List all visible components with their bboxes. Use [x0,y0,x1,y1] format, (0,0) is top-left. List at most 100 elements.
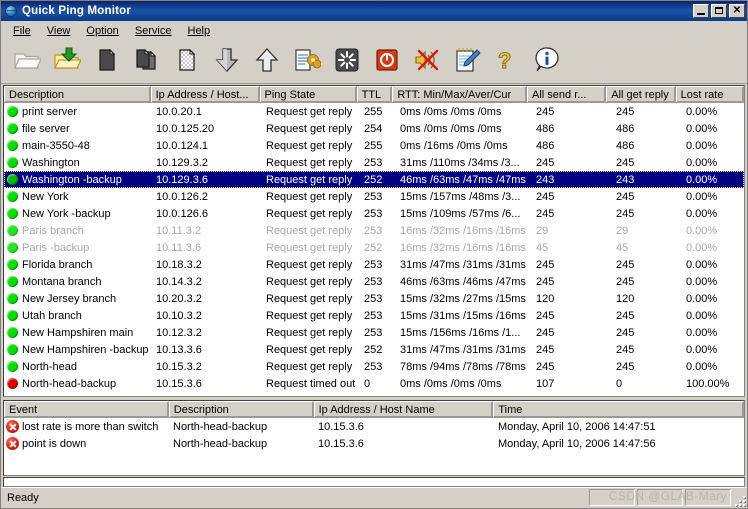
cell-reply: 245 [612,157,682,169]
event-text: point is down [22,438,86,450]
table-row[interactable]: North-head-backup10.15.3.6Request timed … [4,375,744,392]
column-header-all-get-reply[interactable]: All get reply [606,86,675,102]
status-panes [589,489,731,506]
table-row[interactable]: file server10.0.125.20Request get reply2… [4,120,744,137]
cell-reply: 29 [612,225,682,237]
error-icon [6,420,19,433]
column-header-description[interactable]: Description [4,86,151,102]
mute-sound-icon [413,47,441,76]
menu-help[interactable]: Help [180,23,219,39]
status-up-icon [7,259,18,270]
column-header-all-send[interactable]: All send r... [527,86,606,102]
hosts-list[interactable]: Description Ip Address / Host... Ping St… [3,85,745,397]
status-up-icon [7,225,18,236]
cell-rtt: 15ms /109ms /57ms /6... [396,208,532,220]
cell-state: Request get reply [262,174,360,186]
move-down-button[interactable] [209,44,245,80]
cell-state: Request get reply [262,293,360,305]
status-up-icon [7,293,18,304]
cell-description: Paris -backup [4,242,152,254]
import-folder-button[interactable] [49,44,85,80]
table-row[interactable]: Utah branch10.10.3.2Request get reply253… [4,307,744,324]
table-row[interactable]: New Hampshiren main10.12.3.2Request get … [4,324,744,341]
cell-reply: 245 [612,327,682,339]
table-row[interactable]: Paris -backup10.11.3.6Request get reply2… [4,239,744,256]
menu-file[interactable]: File [5,23,39,39]
column-header-ping-state[interactable]: Ping State [260,86,357,102]
column-header-event-ip[interactable]: Ip Address / Host Name [314,401,494,417]
maximize-button[interactable] [711,4,727,18]
cell-reply: 486 [612,140,682,152]
close-button[interactable]: ✕ [729,4,745,18]
new-page-button[interactable] [89,44,125,80]
table-row[interactable]: Washington -backup10.129.3.6Request get … [4,171,744,188]
column-header-lost-rate[interactable]: Lost rate [676,86,744,102]
about-button[interactable] [529,44,565,80]
cell-send: 120 [532,293,612,305]
cell-rtt: 15ms /32ms /27ms /15ms [396,293,532,305]
menu-option[interactable]: Option [78,23,126,39]
status-up-icon [7,242,18,253]
minimize-button[interactable] [693,4,709,18]
table-row[interactable]: Paris branch10.11.3.2Request get reply25… [4,222,744,239]
event-cell-time: Monday, April 10, 2006 14:47:51 [494,421,745,433]
cell-rtt: 15ms /31ms /15ms /16ms [396,310,532,322]
resize-grip[interactable] [732,493,745,506]
cell-reply: 245 [612,344,682,356]
table-row[interactable]: Washington10.129.3.2Request get reply253… [4,154,744,171]
table-row[interactable]: New York10.0.126.2Request get reply25315… [4,188,744,205]
cell-ip: 10.0.20.1 [152,106,262,118]
cell-description: New Hampshiren main [4,327,152,339]
list-item[interactable]: point is downNorth-head-backup10.15.3.6M… [4,435,744,452]
cell-ip: 10.129.3.6 [152,174,262,186]
cell-ttl: 253 [360,293,396,305]
host-description: Montana branch [22,276,102,288]
column-header-event-description[interactable]: Description [169,401,314,417]
cell-ttl: 255 [360,140,396,152]
list-item[interactable]: lost rate is more than switchNorth-head-… [4,418,744,435]
column-header-event-time[interactable]: Time [493,401,744,417]
help-button[interactable]: ? [489,44,525,80]
event-log[interactable]: Event Description Ip Address / Host Name… [3,400,745,476]
table-row[interactable]: New Jersey branch10.20.3.2Request get re… [4,290,744,307]
stop-button[interactable] [369,44,405,80]
mute-sound-button[interactable] [409,44,445,80]
menu-service[interactable]: Service [127,23,180,39]
cell-rtt: 46ms /63ms /46ms /47ms [396,276,532,288]
cell-send: 245 [532,191,612,203]
cell-ttl: 253 [360,225,396,237]
refresh-button[interactable] [329,44,365,80]
delete-page-button[interactable] [169,44,205,80]
cell-rtt: 0ms /0ms /0ms /0ms [396,123,532,135]
table-row[interactable]: New Hampshiren -backup10.13.3.6Request g… [4,341,744,358]
table-row[interactable]: main-3550-4810.0.124.1Request get reply2… [4,137,744,154]
column-header-rtt[interactable]: RTT: Min/Max/Aver/Cur [392,86,527,102]
menu-view[interactable]: View [39,23,79,39]
event-cell-ip: 10.15.3.6 [314,421,494,433]
cell-rtt: 0ms /0ms /0ms /0ms [396,106,532,118]
cell-ttl: 253 [360,310,396,322]
table-row[interactable]: Montana branch10.14.3.2Request get reply… [4,273,744,290]
cell-reply: 120 [612,293,682,305]
table-row[interactable]: North-head10.15.3.2Request get reply2537… [4,358,744,375]
edit-properties-button[interactable] [289,44,325,80]
svg-text:?: ? [498,48,511,73]
status-pane-3 [685,489,731,506]
help-question-icon: ? [494,47,520,76]
table-row[interactable]: print server10.0.20.1Request get reply25… [4,103,744,120]
globe-icon [4,4,18,18]
table-row[interactable]: New York -backup10.0.126.6Request get re… [4,205,744,222]
table-row[interactable]: Florida branch10.18.3.2Request get reply… [4,256,744,273]
copy-pages-button[interactable] [129,44,165,80]
column-header-ttl[interactable]: TTL [357,86,393,102]
column-header-event[interactable]: Event [4,401,169,417]
open-folder-button[interactable] [9,44,45,80]
toolbar: ? [1,40,747,84]
cell-description: North-head-backup [4,378,152,390]
bottom-strip [3,477,745,487]
move-up-button[interactable] [249,44,285,80]
edit-note-button[interactable] [449,44,485,80]
column-header-ip[interactable]: Ip Address / Host... [151,86,260,102]
host-description: North-head [22,361,77,373]
cell-ttl: 252 [360,242,396,254]
